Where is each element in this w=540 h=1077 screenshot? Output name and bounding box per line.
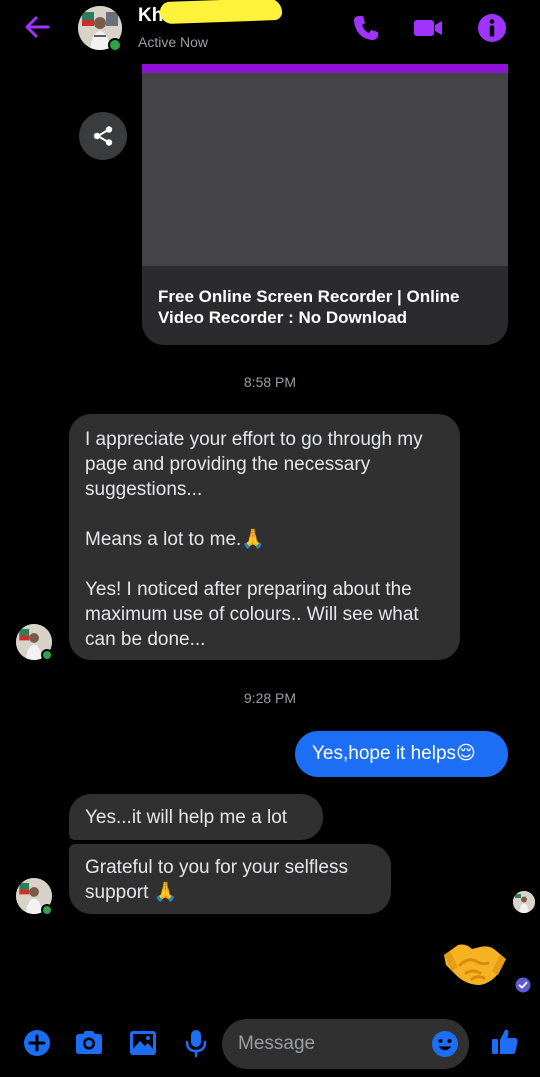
add-plus-icon[interactable] — [21, 1027, 53, 1059]
gallery-image-icon[interactable] — [127, 1027, 159, 1059]
link-preview-accent-bar — [142, 64, 508, 73]
camera-icon[interactable] — [73, 1027, 105, 1059]
sent-message-bubble[interactable]: Yes,hope it helps😌 — [295, 731, 508, 777]
message-text: Yes! I noticed after preparing about the… — [85, 579, 419, 650]
share-button[interactable] — [79, 112, 127, 160]
active-status: Active Now — [138, 34, 209, 50]
phone-call-icon[interactable] — [350, 12, 382, 44]
microphone-icon[interactable] — [180, 1027, 212, 1059]
message-text: Means a lot to me.🙏 — [85, 529, 265, 550]
messenger-chat-screen: Kh Active Now Free Online Screen Recorde… — [0, 0, 540, 1077]
received-message-bubble[interactable]: I appreciate your effort to go through m… — [69, 414, 460, 660]
link-preview-title: Free Online Screen Recorder | Online Vid… — [158, 287, 460, 327]
received-message-bubble[interactable]: Yes...it will help me a lot — [69, 794, 323, 840]
back-arrow-icon[interactable] — [22, 12, 52, 42]
name-redaction-mark — [159, 0, 283, 25]
online-indicator — [41, 649, 53, 661]
timestamp: 8:58 PM — [243, 374, 297, 390]
handshake-emoji[interactable] — [442, 935, 508, 991]
online-indicator — [108, 38, 122, 52]
received-message-bubble[interactable]: Grateful to you for your selfless suppor… — [69, 844, 391, 914]
video-call-icon[interactable] — [412, 12, 444, 44]
chat-header: Kh Active Now — [0, 0, 540, 58]
info-icon[interactable] — [476, 12, 508, 44]
timestamp: 9:28 PM — [243, 690, 297, 706]
link-preview-thumbnail — [142, 73, 508, 266]
thumbs-up-icon[interactable] — [489, 1026, 521, 1058]
seen-receipt-avatar — [513, 891, 535, 913]
message-text: I appreciate your effort to go through m… — [85, 429, 423, 500]
share-icon — [93, 126, 113, 146]
emoji-icon[interactable] — [430, 1029, 460, 1059]
online-indicator — [41, 904, 53, 916]
link-preview-card[interactable]: Free Online Screen Recorder | Online Vid… — [142, 64, 508, 345]
delivered-check-icon — [515, 977, 531, 993]
